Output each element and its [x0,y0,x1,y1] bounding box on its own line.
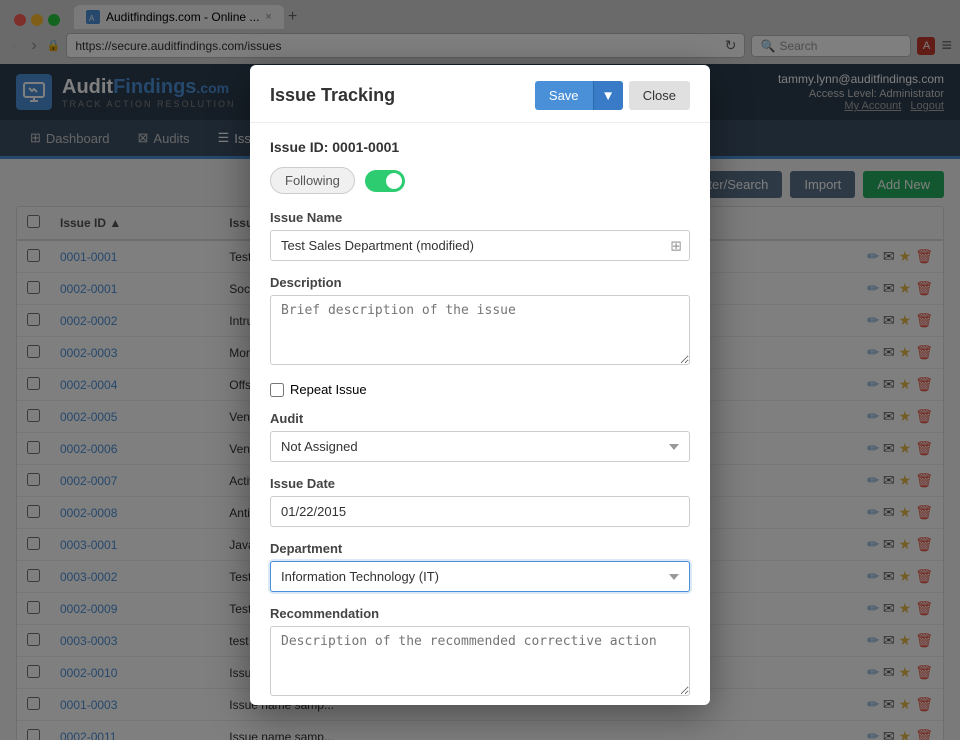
edit-icon: ⊞ [670,237,682,254]
modal-actions: Save ▼ Close [535,81,690,110]
audit-select[interactable]: Not Assigned [270,431,690,462]
save-dropdown-btn[interactable]: ▼ [593,81,623,110]
description-label: Description [270,275,690,290]
issue-id-label: Issue ID: 0001-0001 [270,139,690,155]
issue-date-group: Issue Date [270,476,690,527]
recommendation-group: Recommendation [270,606,690,699]
following-toggle[interactable] [365,170,405,192]
description-textarea[interactable] [270,295,690,365]
modal-body: Issue ID: 0001-0001 Following Issue Name… [250,123,710,705]
repeat-issue-row: Repeat Issue [270,382,690,397]
department-select[interactable]: Information Technology (IT) [270,561,690,592]
following-btn[interactable]: Following [270,167,355,194]
close-btn[interactable]: Close [629,81,690,110]
save-btn[interactable]: Save [535,81,593,110]
description-group: Description [270,275,690,368]
issue-name-group: Issue Name ⊞ [270,210,690,261]
issue-date-label: Issue Date [270,476,690,491]
modal-overlay[interactable]: Issue Tracking Save ▼ Close Issue ID: 00… [0,0,960,740]
issue-name-label: Issue Name [270,210,690,225]
audit-label: Audit [270,411,690,426]
following-row: Following [270,167,690,194]
repeat-issue-label: Repeat Issue [290,382,367,397]
modal-header: Issue Tracking Save ▼ Close [250,65,710,123]
save-btn-group: Save ▼ [535,81,623,110]
recommendation-label: Recommendation [270,606,690,621]
department-group: Department Information Technology (IT) [270,541,690,592]
issue-name-input-wrapper: ⊞ [270,230,690,261]
issue-tracking-modal: Issue Tracking Save ▼ Close Issue ID: 00… [250,65,710,705]
issue-date-input[interactable] [270,496,690,527]
issue-name-input[interactable] [270,230,690,261]
audit-group: Audit Not Assigned [270,411,690,462]
department-label: Department [270,541,690,556]
repeat-issue-checkbox[interactable] [270,383,284,397]
page: A Auditfindings.com - Online ... × + ‹ ›… [0,0,960,740]
recommendation-textarea[interactable] [270,626,690,696]
modal-title: Issue Tracking [270,85,395,106]
